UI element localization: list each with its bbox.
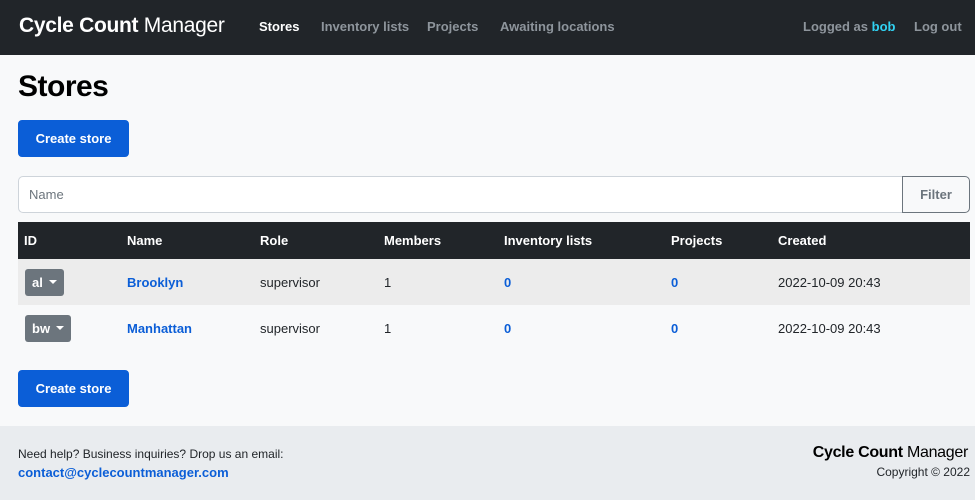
contact-email-link[interactable]: contact@cyclecountmanager.com — [18, 465, 229, 480]
id-dropdown-button[interactable]: al — [25, 268, 64, 296]
page-title: Stores — [18, 70, 109, 103]
brand-name-bold: Cycle Count — [19, 14, 139, 37]
footer: Need help? Business inquiries? Drop us a… — [0, 426, 975, 500]
projects-cell: 0 — [665, 305, 772, 351]
projects-link[interactable]: 0 — [671, 321, 678, 336]
nav-link-stores[interactable]: Stores — [259, 19, 299, 34]
table-row: al Brooklyn supervisor 1 0 0 2022-10-09 … — [18, 259, 970, 305]
inventory-lists-cell: 0 — [498, 305, 665, 351]
role-cell: supervisor — [260, 320, 320, 336]
role-cell: supervisor — [260, 274, 320, 290]
stores-table: ID Name Role Members Inventory lists Pro… — [18, 222, 970, 351]
filter-form: Filter — [18, 176, 970, 213]
copyright-text: Copyright © 2022 — [876, 465, 970, 479]
footer-help-text: Need help? Business inquiries? Drop us a… — [18, 447, 284, 461]
table-row: bw Manhattan supervisor 1 0 0 2022-10-09… — [18, 305, 970, 351]
id-cell: bw — [18, 305, 121, 351]
store-name-link[interactable]: Brooklyn — [127, 275, 183, 290]
column-header-members: Members — [384, 233, 442, 248]
inventory-lists-link[interactable]: 0 — [504, 321, 511, 336]
filter-button[interactable]: Filter — [902, 176, 970, 213]
members-cell: 1 — [384, 320, 392, 336]
column-header-inventory-lists: Inventory lists — [504, 233, 593, 248]
brand-name-light: Manager — [143, 14, 225, 37]
username: bob — [871, 19, 896, 34]
projects-link[interactable]: 0 — [671, 275, 678, 290]
logout-link[interactable]: Log out — [914, 19, 962, 34]
create-store-button[interactable]: Create store — [18, 120, 129, 157]
brand-logo[interactable]: Cycle Count Manager — [19, 14, 225, 38]
id-cell: al — [18, 259, 121, 305]
inventory-lists-cell: 0 — [498, 259, 665, 305]
column-header-created: Created — [778, 233, 827, 248]
nav-link-inventory-lists[interactable]: Inventory lists — [321, 19, 409, 34]
members-cell: 1 — [384, 274, 392, 290]
inventory-lists-link[interactable]: 0 — [504, 275, 511, 290]
footer-brand-light: Manager — [906, 444, 968, 461]
logged-as-label: Logged as — [803, 19, 869, 34]
store-name-link[interactable]: Manhattan — [127, 321, 192, 336]
nav-link-awaiting-locations[interactable]: Awaiting locations — [500, 19, 615, 34]
created-cell: 2022-10-09 20:43 — [778, 320, 881, 336]
logged-as-text: Logged as bob — [803, 19, 895, 34]
name-filter-input[interactable] — [18, 176, 902, 213]
column-header-name: Name — [127, 233, 163, 248]
projects-cell: 0 — [665, 259, 772, 305]
created-cell: 2022-10-09 20:43 — [778, 274, 881, 290]
create-store-button-bottom[interactable]: Create store — [18, 370, 129, 407]
nav-link-projects[interactable]: Projects — [427, 19, 478, 34]
column-header-role: Role — [260, 233, 289, 248]
footer-brand: Cycle Count Manager — [812, 444, 969, 462]
caret-down-icon — [56, 326, 65, 330]
column-header-projects: Projects — [671, 233, 723, 248]
footer-brand-bold: Cycle Count — [812, 444, 903, 461]
navbar: Cycle Count Manager Stores Inventory lis… — [0, 0, 975, 55]
id-dropdown-button[interactable]: bw — [25, 314, 72, 342]
caret-down-icon — [48, 280, 57, 284]
name-cell: Manhattan — [121, 305, 254, 351]
id-label: bw — [32, 320, 51, 336]
column-header-id: ID — [24, 233, 37, 248]
id-label: al — [32, 274, 43, 290]
table-header-row: ID Name Role Members Inventory lists Pro… — [18, 222, 970, 259]
name-cell: Brooklyn — [121, 259, 254, 305]
